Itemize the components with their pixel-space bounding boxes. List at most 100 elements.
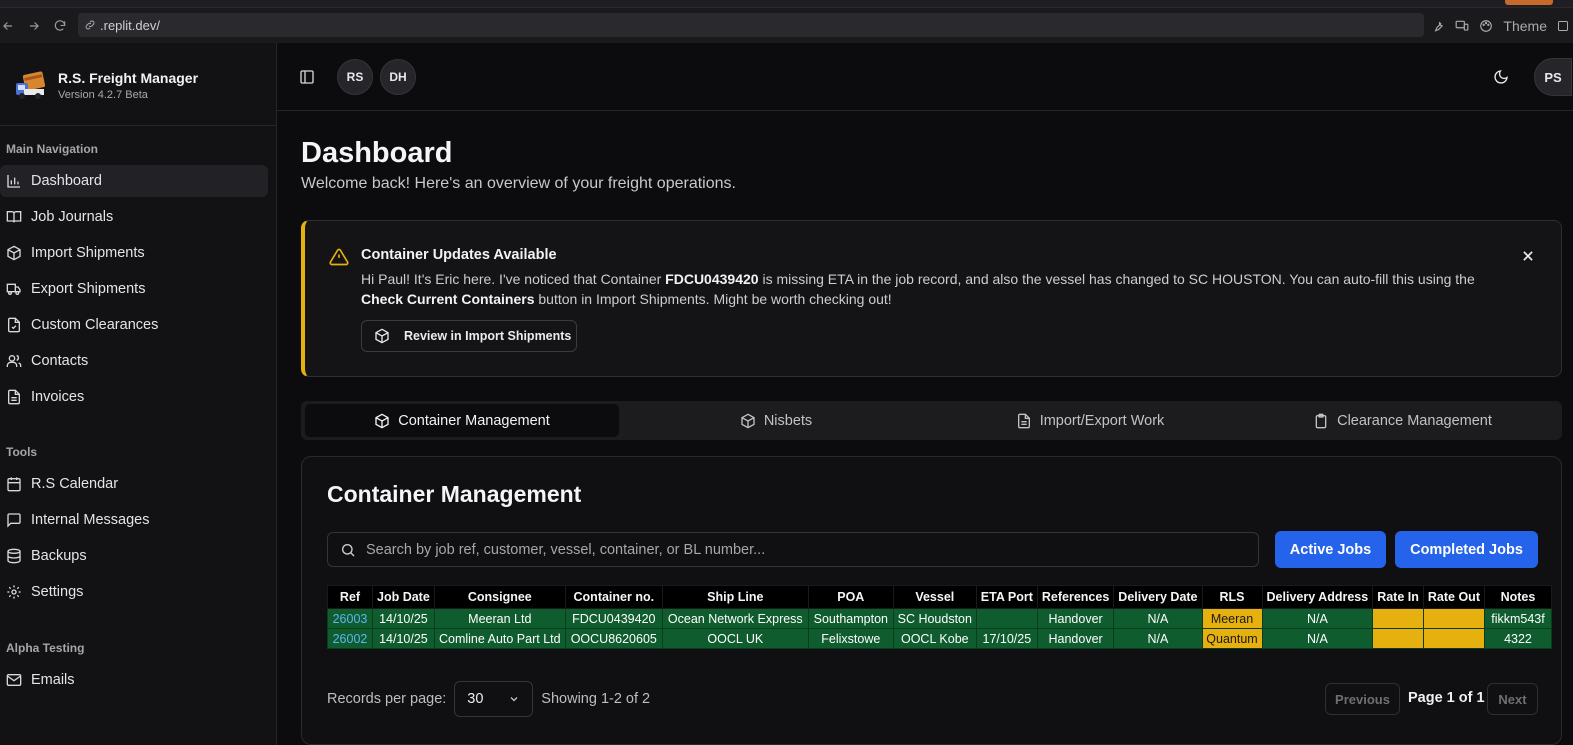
column-header[interactable]: Rate In (1372, 585, 1424, 609)
table-cell[interactable]: 26003 (327, 608, 373, 629)
sidebar-item-invoices[interactable]: Invoices (0, 381, 268, 413)
profile-avatar[interactable]: PS (1534, 58, 1572, 96)
column-header[interactable]: POA (807, 585, 894, 609)
sidebar-item-internal-messages[interactable]: Internal Messages (0, 504, 268, 536)
table-cell: Handover (1036, 608, 1115, 629)
tab-nisbets[interactable]: Nisbets (619, 404, 933, 437)
close-icon[interactable] (1521, 249, 1535, 263)
palette-icon[interactable] (1479, 19, 1493, 33)
brand[interactable]: R.S. Freight Manager Version 4.2.7 Beta (14, 69, 198, 101)
package-icon (374, 413, 390, 429)
column-header[interactable]: Delivery Date (1113, 585, 1203, 609)
book-open-icon (6, 209, 22, 225)
users-icon (6, 353, 22, 369)
sidebar-item-export-shipments[interactable]: Export Shipments (0, 273, 268, 305)
sidebar-item-label: Custom Clearances (31, 317, 159, 333)
column-header[interactable]: Job Date (372, 585, 435, 609)
table-cell: Quantum (1201, 628, 1263, 649)
forward-icon[interactable] (24, 16, 44, 36)
mail-icon (6, 672, 22, 688)
devices-icon[interactable] (1455, 19, 1469, 33)
search-icon (340, 542, 356, 558)
sidebar-item-import-shipments[interactable]: Import Shipments (0, 237, 268, 269)
sidebar: R.S. Freight Manager Version 4.2.7 Beta … (0, 43, 277, 745)
app-version: Version 4.2.7 Beta (58, 88, 148, 101)
sidebar-item-label: R.S Calendar (31, 476, 119, 492)
warning-icon (329, 247, 349, 267)
table-cell: 14/10/25 (372, 608, 435, 629)
table-cell: Meeran Ltd (433, 608, 566, 629)
table-cell: N/A (1261, 628, 1374, 649)
table-cell: FDCU0439420 (564, 608, 663, 629)
next-button[interactable]: Next (1487, 683, 1538, 715)
sidebar-item-label: Export Shipments (31, 281, 146, 297)
jobs-table: Ref Job Date Consignee Container no. Ship Li… (327, 585, 1552, 649)
page-title: Dashboard (301, 137, 453, 169)
table-body: 26003 14/10/25 Meeran Ltd FDCU0439420 Ocean … (327, 608, 1552, 649)
sidebar-item-settings[interactable]: Settings (0, 576, 268, 608)
reload-icon[interactable] (50, 16, 70, 36)
sidebar-item-emails[interactable]: Emails (0, 664, 268, 696)
completed-jobs-button[interactable]: Completed Jobs (1395, 531, 1538, 568)
column-header[interactable]: Rate Out (1422, 585, 1485, 609)
browser-tab-strip (0, 0, 1573, 8)
sidebar-item-label: Dashboard (31, 173, 102, 189)
sidebar-item-job-journals[interactable]: Job Journals (0, 201, 268, 233)
table-cell: OOCL UK (661, 628, 809, 649)
divider (0, 125, 277, 126)
table-row[interactable]: 26002 14/10/25 Comline Auto Part Ltd OOCU86… (327, 628, 1552, 649)
tab-container-management[interactable]: Container Management (305, 404, 619, 437)
sidebar-item-dashboard[interactable]: Dashboard (0, 165, 268, 197)
column-header[interactable]: References (1036, 585, 1115, 609)
url-bar[interactable]: .replit.dev/ (78, 13, 1424, 37)
column-header[interactable]: Delivery Address (1261, 585, 1374, 609)
column-header[interactable]: RLS (1201, 585, 1263, 609)
table-cell: Ocean Network Express (661, 608, 809, 629)
previous-button[interactable]: Previous (1325, 683, 1400, 715)
column-header[interactable]: ETA Port (975, 585, 1038, 609)
search-input[interactable]: Search by job ref, customer, vessel, con… (327, 532, 1259, 567)
column-header[interactable]: Ref (327, 585, 373, 609)
sidebar-item-label: Invoices (31, 389, 85, 405)
records-per-page-select[interactable]: 30 (454, 681, 534, 717)
table-header-row: Ref Job Date Consignee Container no. Ship Li… (327, 585, 1552, 609)
user-avatar-rs[interactable]: RS (337, 59, 373, 95)
sidebar-item-backups[interactable]: Backups (0, 540, 268, 572)
sidebar-item-calendar[interactable]: R.S Calendar (0, 468, 268, 500)
sidebar-item-custom-clearances[interactable]: Custom Clearances (0, 309, 268, 341)
clipboard-icon (1313, 413, 1329, 429)
column-header[interactable]: Ship Line (661, 585, 809, 609)
table-row[interactable]: 26003 14/10/25 Meeran Ltd FDCU0439420 Ocean … (327, 608, 1552, 629)
column-header[interactable]: Vessel (892, 585, 977, 609)
table-cell[interactable]: 26002 (327, 628, 373, 649)
sidebar-item-label: Internal Messages (31, 512, 150, 528)
box-icon (740, 413, 756, 429)
wrench-icon[interactable] (1431, 19, 1445, 33)
page-subtitle: Welcome back! Here's an overview of your… (301, 175, 736, 192)
active-jobs-button[interactable]: Active Jobs (1275, 531, 1386, 568)
tab-import-export-work[interactable]: Import/Export Work (933, 404, 1247, 437)
package-icon (6, 245, 22, 261)
back-icon[interactable] (0, 16, 18, 36)
moon-icon[interactable] (1493, 69, 1509, 85)
column-header[interactable]: Container no. (564, 585, 663, 609)
table-cell: 4322 (1483, 628, 1552, 649)
sidebar-item-label: Import Shipments (31, 245, 145, 261)
container-updates-alert: Container Updates Available Hi Paul! It'… (301, 220, 1562, 377)
theme-label[interactable]: Theme (1503, 18, 1547, 34)
panel-icon[interactable] (1557, 19, 1569, 33)
review-import-shipments-button[interactable]: Review in Import Shipments (361, 320, 577, 352)
sidebar-item-label: Settings (31, 584, 84, 600)
url-text: .replit.dev/ (100, 17, 160, 33)
tab-clearance-management[interactable]: Clearance Management (1247, 404, 1558, 437)
column-header[interactable]: Notes (1483, 585, 1552, 609)
page-indicator: Page 1 of 1 (1408, 690, 1485, 706)
table-cell: Comline Auto Part Ltd (433, 628, 566, 649)
sidebar-toggle-icon[interactable] (299, 69, 315, 85)
sidebar-item-contacts[interactable]: Contacts (0, 345, 268, 377)
column-header[interactable]: Consignee (433, 585, 566, 609)
table-cell (1422, 608, 1485, 629)
card-title: Container Management (327, 481, 582, 507)
alert-title: Container Updates Available (361, 247, 557, 263)
user-avatar-dh[interactable]: DH (380, 59, 416, 95)
